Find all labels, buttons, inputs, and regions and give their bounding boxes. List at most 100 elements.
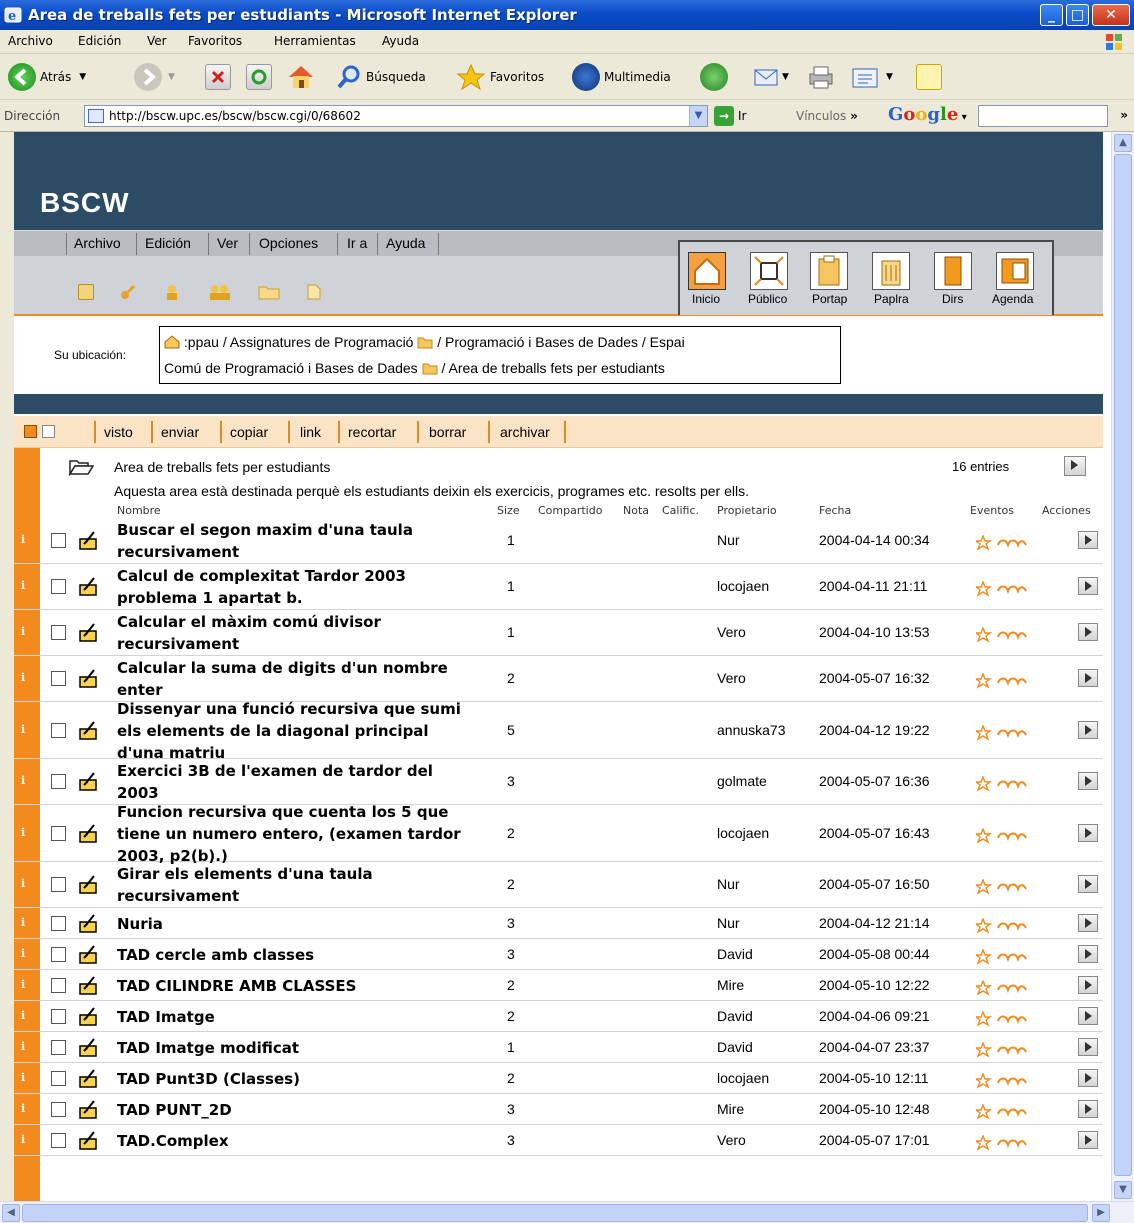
bscw-menu-ir-a[interactable]: Ir a <box>347 235 367 251</box>
row-checkbox[interactable] <box>51 1101 66 1117</box>
row-checkbox[interactable] <box>51 1070 66 1086</box>
document-owner[interactable]: locojaen <box>717 578 769 594</box>
vertical-scrollbar[interactable]: ▲ ▼ <box>1111 132 1134 1201</box>
action-archivar[interactable]: archivar <box>500 424 550 440</box>
document-owner[interactable]: David <box>717 1039 753 1055</box>
info-icon[interactable]: i <box>21 1009 25 1022</box>
edit-document-icon[interactable] <box>78 622 100 642</box>
row-checkbox[interactable] <box>51 671 66 686</box>
edit-document-icon[interactable] <box>78 1006 100 1026</box>
row-actions-button[interactable] <box>1078 875 1098 893</box>
row-actions-button[interactable] <box>1078 577 1098 595</box>
document-name-link[interactable]: Calcular la suma de digits d'un nombre en… <box>117 657 477 701</box>
scroll-left-icon[interactable]: ◀ <box>2 1204 20 1222</box>
document-name-link[interactable]: TAD Imatge modificat <box>117 1037 477 1059</box>
menu-ver[interactable]: Ver <box>147 34 167 48</box>
event-icons[interactable] <box>976 1134 1028 1151</box>
info-icon[interactable]: i <box>21 579 25 592</box>
google-search-input[interactable] <box>978 105 1108 127</box>
action-visto[interactable]: visto <box>104 424 133 440</box>
row-actions-button[interactable] <box>1078 1037 1098 1056</box>
row-actions-button[interactable] <box>1078 623 1098 641</box>
row-actions-button[interactable] <box>1078 1068 1098 1087</box>
print-button[interactable] <box>806 62 836 92</box>
event-icons[interactable] <box>976 917 1028 934</box>
row-actions-button[interactable] <box>1078 720 1098 739</box>
row-checkbox[interactable] <box>51 579 66 594</box>
bscw-menu-ayuda[interactable]: Ayuda <box>386 235 425 251</box>
document-owner[interactable]: Vero <box>717 670 746 686</box>
menu-archivo[interactable]: Archivo <box>8 34 53 48</box>
column-header-compartido[interactable]: Compartido <box>538 504 602 517</box>
history-button[interactable] <box>700 62 728 92</box>
edit-document-icon[interactable] <box>78 668 100 688</box>
document-owner[interactable]: Mire <box>717 1101 744 1117</box>
edit-document-icon[interactable] <box>78 944 100 964</box>
row-actions-button[interactable] <box>1078 1099 1098 1118</box>
search-button[interactable]: Búsqueda <box>336 62 426 92</box>
horizontal-scrollbar[interactable]: ◀ ▶ <box>0 1201 1134 1223</box>
event-icons[interactable] <box>976 776 1028 792</box>
edit-document-icon[interactable] <box>78 1099 100 1119</box>
info-icon[interactable]: i <box>21 947 25 960</box>
row-checkbox[interactable] <box>51 1008 66 1024</box>
row-checkbox[interactable] <box>51 825 66 841</box>
close-button[interactable]: ✕ <box>1092 4 1130 26</box>
event-icons[interactable] <box>976 627 1028 643</box>
info-icon[interactable]: i <box>21 978 25 991</box>
row-actions-button[interactable] <box>1078 1130 1098 1149</box>
row-actions-button[interactable] <box>1078 823 1098 842</box>
menu-favoritos[interactable]: Favoritos <box>188 34 242 48</box>
event-icons[interactable] <box>976 879 1028 895</box>
home-button[interactable] <box>286 62 316 92</box>
messenger-button[interactable] <box>916 62 942 92</box>
document-owner[interactable]: golmate <box>717 773 767 789</box>
info-icon[interactable]: i <box>21 826 25 839</box>
edit-button[interactable]: ▼ <box>850 62 893 92</box>
public-nav-button[interactable] <box>750 252 788 290</box>
document-owner[interactable]: David <box>717 946 753 962</box>
info-icon[interactable]: i <box>21 774 25 787</box>
event-icons[interactable] <box>976 1103 1028 1120</box>
key-icon[interactable] <box>120 284 136 300</box>
menu-herramientas[interactable]: Herramientas <box>274 34 356 48</box>
dirs-nav-button[interactable] <box>934 252 972 290</box>
event-icons[interactable] <box>976 1072 1028 1089</box>
folder-icon[interactable] <box>258 284 280 300</box>
breadcrumb-link-programacio[interactable]: / Programació i Bases de Dades / Espai <box>437 334 684 350</box>
address-dropdown-icon[interactable]: ▼ <box>689 106 707 126</box>
home-nav-button[interactable] <box>688 252 726 290</box>
action-link[interactable]: link <box>300 424 321 440</box>
column-header-fecha[interactable]: Fecha <box>819 504 851 517</box>
row-actions-button[interactable] <box>1078 944 1098 963</box>
scroll-up-icon[interactable]: ▲ <box>1114 134 1132 152</box>
agenda-nav-button[interactable] <box>996 252 1034 290</box>
event-icons[interactable] <box>976 581 1028 597</box>
info-icon[interactable]: i <box>21 877 25 890</box>
document-owner[interactable]: Vero <box>717 1132 746 1148</box>
row-checkbox[interactable] <box>51 722 66 738</box>
document-name-link[interactable]: TAD Punt3D (Classes) <box>117 1068 477 1090</box>
maximize-button[interactable]: □ <box>1066 4 1089 26</box>
info-icon[interactable] <box>78 284 94 300</box>
info-icon[interactable]: i <box>21 1133 25 1146</box>
column-header-size[interactable]: Size <box>497 504 520 517</box>
event-icons[interactable] <box>976 948 1028 965</box>
trash-nav-button[interactable] <box>872 252 910 290</box>
row-checkbox[interactable] <box>51 877 66 892</box>
document-owner[interactable]: Nur <box>717 532 740 548</box>
select-all-checkbox[interactable] <box>24 425 37 438</box>
edit-document-icon[interactable] <box>78 1130 100 1150</box>
event-icons[interactable] <box>976 535 1028 551</box>
edit-document-icon[interactable] <box>78 1037 100 1057</box>
edit-document-icon[interactable] <box>78 823 100 843</box>
address-input[interactable]: http://bscw.upc.es/bscw/bscw.cgi/0/68602… <box>84 105 708 127</box>
row-actions-button[interactable] <box>1078 669 1098 687</box>
media-button[interactable]: Multimedia <box>572 62 671 92</box>
info-icon[interactable]: i <box>21 723 25 736</box>
breadcrumb-link-assignatures[interactable]: :ppau / Assignatures de Programació <box>184 334 414 350</box>
bscw-menu-archivo[interactable]: Archivo <box>74 235 121 251</box>
document-owner[interactable]: annuska73 <box>717 722 786 738</box>
event-icons[interactable] <box>976 1041 1028 1058</box>
document-owner[interactable]: Mire <box>717 977 744 993</box>
